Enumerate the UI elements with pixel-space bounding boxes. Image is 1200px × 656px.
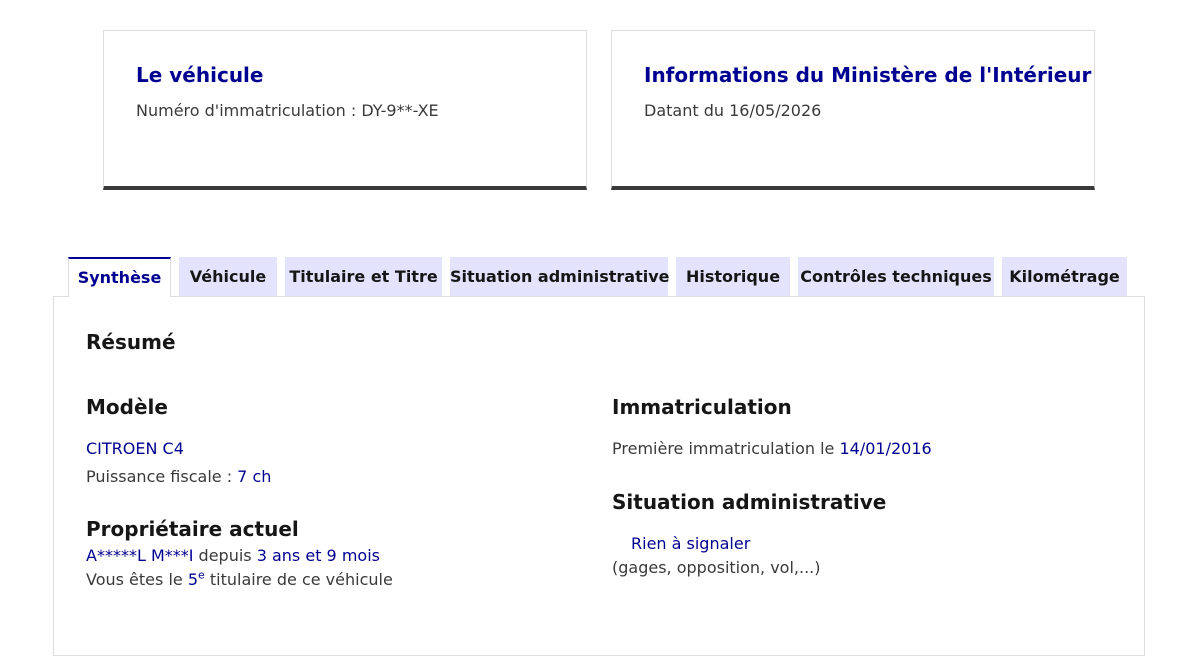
owner-rank: Vous êtes le 5e titulaire de ce véhicule bbox=[86, 570, 393, 589]
ministry-card: Informations du Ministère de l'Intérieur… bbox=[611, 30, 1095, 190]
ministry-card-title: Informations du Ministère de l'Intérieur bbox=[644, 63, 1092, 87]
tab-titulaire-et-titre[interactable]: Titulaire et Titre bbox=[285, 257, 442, 296]
tab-panel-synthese: Résumé Modèle CITROEN C4 Puissance fisca… bbox=[53, 296, 1145, 656]
admin-situation-heading: Situation administrative bbox=[612, 490, 887, 514]
tab-historique[interactable]: Historique bbox=[676, 257, 790, 296]
summary-title: Résumé bbox=[86, 330, 176, 354]
owner-rank-suffix: titulaire de ce véhicule bbox=[204, 570, 393, 589]
owner-name: A*****L M***I bbox=[86, 546, 194, 565]
model-name: CITROEN C4 bbox=[86, 439, 184, 458]
fiscal-power-value: 7 ch bbox=[237, 467, 272, 486]
owner-rank-number: 5 bbox=[187, 570, 198, 589]
fiscal-power: Puissance fiscale : 7 ch bbox=[86, 467, 271, 486]
admin-status: Rien à signaler bbox=[631, 534, 751, 553]
first-registration-label: Première immatriculation le bbox=[612, 439, 840, 458]
owner-heading: Propriétaire actuel bbox=[86, 517, 299, 541]
first-registration-date: 14/01/2016 bbox=[839, 439, 932, 458]
model-heading: Modèle bbox=[86, 395, 168, 419]
owner-since-label: depuis bbox=[193, 546, 257, 565]
vehicle-card: Le véhicule Numéro d'immatriculation : D… bbox=[103, 30, 587, 190]
registration-number: Numéro d'immatriculation : DY-9**-XE bbox=[136, 101, 439, 120]
tab-synthese[interactable]: Synthèse bbox=[68, 257, 171, 297]
tab-kilometrage[interactable]: Kilométrage bbox=[1002, 257, 1127, 296]
tab-controles-techniques[interactable]: Contrôles techniques bbox=[798, 257, 994, 296]
tab-situation-administrative[interactable]: Situation administrative bbox=[450, 257, 669, 296]
owner-duration: 3 ans et 9 mois bbox=[256, 546, 380, 565]
admin-status-details: (gages, opposition, vol,...) bbox=[612, 558, 821, 577]
fiscal-power-label: Puissance fiscale : bbox=[86, 467, 238, 486]
tab-vehicule[interactable]: Véhicule bbox=[179, 257, 277, 296]
data-date: Datant du 16/05/2026 bbox=[644, 101, 822, 120]
owner-rank-sup: e bbox=[198, 568, 205, 582]
first-registration: Première immatriculation le 14/01/2016 bbox=[612, 439, 932, 458]
owner-rank-prefix: Vous êtes le bbox=[86, 570, 188, 589]
registration-heading: Immatriculation bbox=[612, 395, 792, 419]
vehicle-card-title: Le véhicule bbox=[136, 63, 264, 87]
owner-line: A*****L M***I depuis 3 ans et 9 mois bbox=[86, 546, 380, 565]
